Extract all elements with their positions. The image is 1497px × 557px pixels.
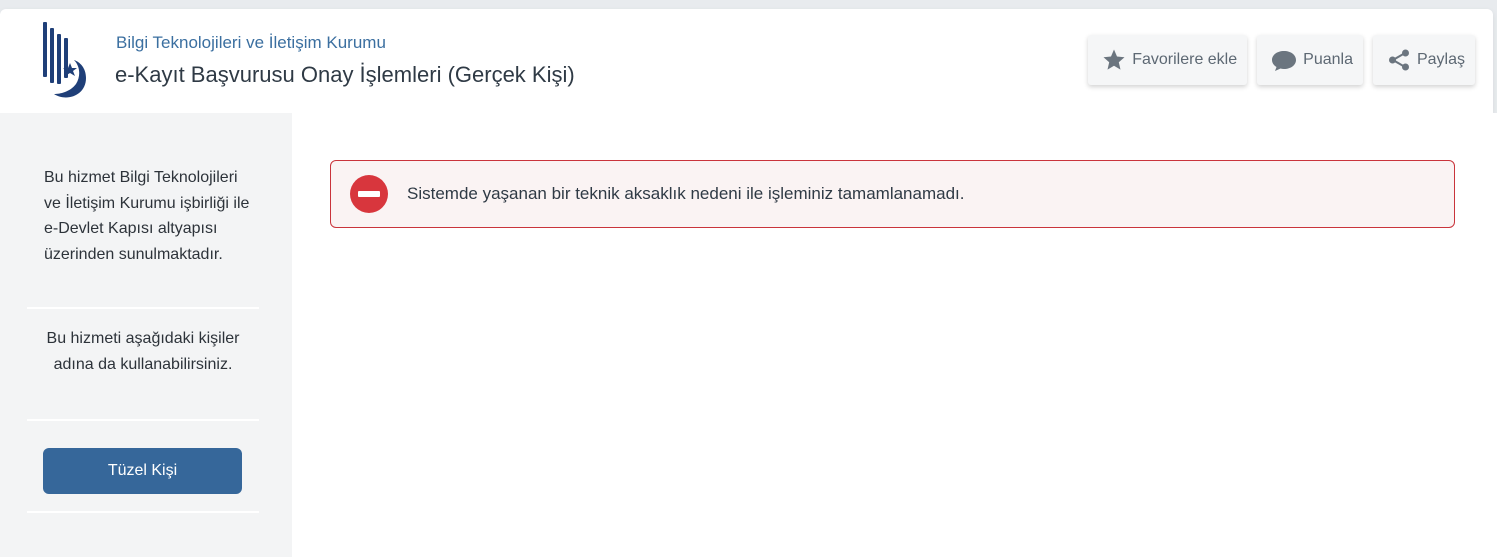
error-message: Sistemde yaşanan bir teknik aksaklık ned… [407,184,965,203]
on-behalf-info-text: Bu hizmeti aşağıdaki kişiler adına da ku… [46,330,240,373]
tuzel-kisi-button[interactable]: Tüzel Kişi [43,448,242,494]
favorite-label: Favorilere ekle [1132,51,1238,68]
btk-logo [40,22,90,100]
rate-label: Puanla [1303,51,1353,68]
error-alert: Sistemde yaşanan bir teknik aksaklık ned… [330,160,1455,228]
page-header: Bilgi Teknolojileri ve İletişim Kurumu e… [0,9,1493,113]
provider-info-text: Bu hizmet Bilgi Teknolojileri ve İletişi… [44,169,250,263]
sidebar-divider [27,511,259,513]
header-actions: Favorilere ekle Puanla Paylaş [1088,35,1475,85]
rate-button[interactable]: Puanla [1257,35,1363,85]
favorite-button[interactable]: Favorilere ekle [1088,35,1248,85]
star-icon [1102,48,1126,72]
page: Bilgi Teknolojileri ve İletişim Kurumu e… [0,0,1497,557]
btk-logo-icon [43,22,86,98]
main-content: Sistemde yaşanan bir teknik aksaklık ned… [292,113,1497,557]
share-button[interactable]: Paylaş [1372,35,1475,85]
sidebar-divider [27,307,259,309]
speech-bubble-icon [1271,48,1297,72]
error-minus-icon [350,175,388,213]
org-name[interactable]: Bilgi Teknolojileri ve İletişim Kurumu [116,33,386,53]
page-title: e-Kayıt Başvurusu Onay İşlemleri (Gerçek… [115,62,575,87]
sidebar-divider [27,419,259,421]
share-label: Paylaş [1416,51,1465,68]
share-icon [1387,48,1411,72]
sidebar: Bu hizmet Bilgi Teknolojileri ve İletişi… [0,113,292,557]
